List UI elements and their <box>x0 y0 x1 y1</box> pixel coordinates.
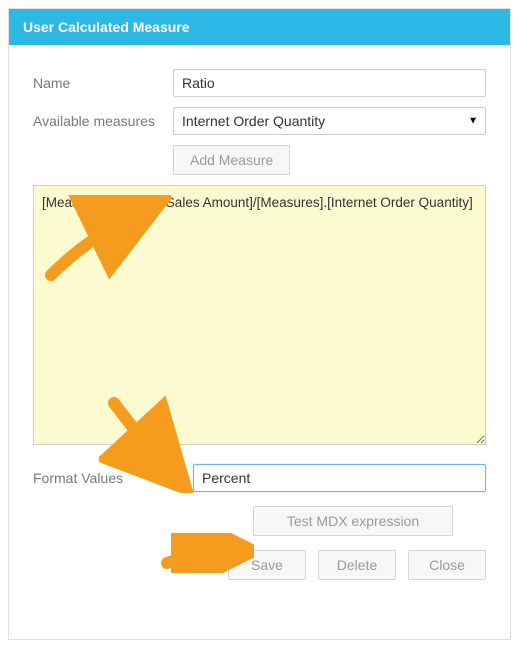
row-format-values: Format Values <box>33 464 486 492</box>
format-values-input[interactable] <box>193 464 486 492</box>
add-measure-button[interactable]: Add Measure <box>173 145 290 175</box>
available-measures-label: Available measures <box>33 113 173 129</box>
dialog-title: User Calculated Measure <box>9 9 510 45</box>
available-measures-select-wrap: ▼ <box>173 107 486 135</box>
name-label: Name <box>33 75 173 91</box>
save-button[interactable]: Save <box>228 550 306 580</box>
format-values-label: Format Values <box>33 470 193 486</box>
row-add-measure: Add Measure <box>173 145 486 175</box>
dialog-actions: Save Delete Close <box>33 550 486 580</box>
row-test-expression: Test MDX expression <box>253 506 486 536</box>
row-name: Name <box>33 69 486 97</box>
dialog-body: Name Available measures ▼ Add Measure [M… <box>9 45 510 596</box>
name-input[interactable] <box>173 69 486 97</box>
mdx-expression-textarea[interactable]: [Measures].[Internet Sales Amount]/[Meas… <box>33 185 486 445</box>
test-mdx-expression-button[interactable]: Test MDX expression <box>253 506 453 536</box>
row-available-measures: Available measures ▼ <box>33 107 486 135</box>
user-calculated-measure-dialog: User Calculated Measure Name Available m… <box>8 8 511 640</box>
close-button[interactable]: Close <box>408 550 486 580</box>
available-measures-select[interactable] <box>173 107 486 135</box>
delete-button[interactable]: Delete <box>318 550 396 580</box>
